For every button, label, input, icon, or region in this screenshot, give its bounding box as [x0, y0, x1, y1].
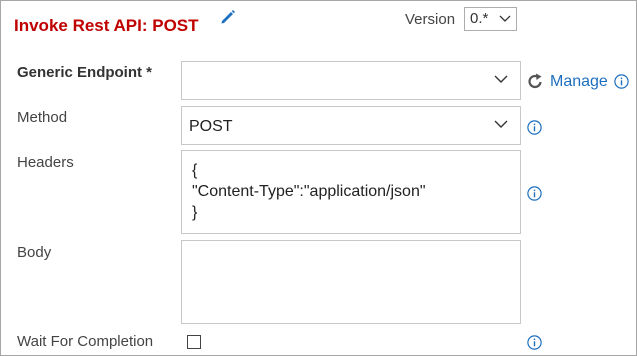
headers-label: Headers [17, 154, 74, 171]
body-textarea[interactable] [181, 240, 521, 324]
wait-for-completion-checkbox[interactable] [187, 335, 201, 349]
body-label: Body [17, 244, 52, 261]
info-icon[interactable] [527, 186, 542, 201]
manage-link[interactable]: Manage [550, 73, 608, 91]
info-icon[interactable] [527, 120, 542, 135]
refresh-icon[interactable] [527, 73, 544, 90]
version-value: 0.* [470, 10, 489, 27]
info-icon[interactable] [527, 335, 542, 350]
endpoint-label: Generic Endpoint * [17, 64, 153, 81]
chevron-down-icon [494, 75, 508, 83]
wait-for-completion-label: Wait For Completion [17, 333, 154, 350]
chevron-down-icon [499, 15, 511, 22]
method-label: Method [17, 109, 68, 126]
headers-content: { "Content-Type":"application/json" } [192, 160, 426, 223]
pencil-icon[interactable] [219, 8, 237, 26]
info-icon[interactable] [614, 74, 629, 89]
method-dropdown[interactable]: POST [181, 106, 521, 145]
headers-line: { [192, 162, 198, 179]
method-value: POST [189, 118, 233, 135]
headers-line: "Content-Type":"application/json" [192, 183, 426, 200]
headers-line: } [192, 204, 198, 221]
version-label: Version [405, 11, 456, 28]
version-select[interactable]: 0.* [464, 7, 517, 31]
chevron-down-icon [494, 120, 508, 128]
headers-textarea[interactable]: { "Content-Type":"application/json" } [181, 150, 521, 234]
endpoint-dropdown[interactable] [181, 61, 521, 100]
task-title: Invoke Rest API: POST [14, 16, 199, 35]
